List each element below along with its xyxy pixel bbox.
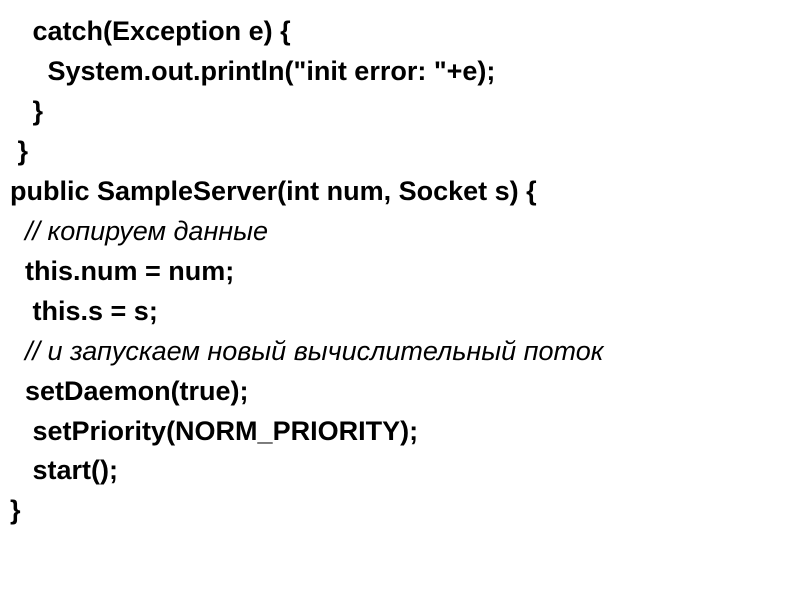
code-text: public SampleServer(int num, Socket s) { (10, 176, 537, 206)
code-text: this.num = num; (25, 256, 234, 286)
code-indent (10, 16, 33, 46)
code-indent (10, 416, 33, 446)
code-indent (10, 216, 25, 246)
code-line: this.num = num; (10, 252, 790, 292)
code-text: start(); (33, 455, 119, 485)
code-line: System.out.println("init error: "+e); (10, 52, 790, 92)
code-line: } (10, 132, 790, 172)
code-indent (10, 455, 33, 485)
code-text: // копируем данные (25, 216, 268, 246)
code-line: public SampleServer(int num, Socket s) { (10, 172, 790, 212)
code-text: this.s = s; (33, 296, 158, 326)
code-line: setPriority(NORM_PRIORITY); (10, 412, 790, 452)
code-text: setDaemon(true); (25, 376, 249, 406)
code-line: catch(Exception e) { (10, 12, 790, 52)
code-indent (10, 296, 33, 326)
code-comment: // и запускаем новый вычислительный пото… (10, 332, 790, 372)
code-line: } (10, 92, 790, 132)
code-comment: // копируем данные (10, 212, 790, 252)
code-indent (10, 256, 25, 286)
code-text: System.out.println("init error: "+e); (48, 56, 496, 86)
code-line: start(); (10, 451, 790, 491)
code-block: catch(Exception e) { System.out.println(… (10, 12, 790, 531)
code-text: setPriority(NORM_PRIORITY); (33, 416, 419, 446)
code-indent (10, 56, 48, 86)
code-text: } (33, 96, 44, 126)
code-text: } (10, 495, 21, 525)
code-indent (10, 96, 33, 126)
code-text: catch(Exception e) { (33, 16, 291, 46)
code-indent (10, 136, 18, 166)
code-line: setDaemon(true); (10, 372, 790, 412)
code-line: this.s = s; (10, 292, 790, 332)
code-text: } (18, 136, 29, 166)
code-indent (10, 336, 25, 366)
code-indent (10, 376, 25, 406)
code-text: // и запускаем новый вычислительный пото… (25, 336, 603, 366)
code-line: } (10, 491, 790, 531)
